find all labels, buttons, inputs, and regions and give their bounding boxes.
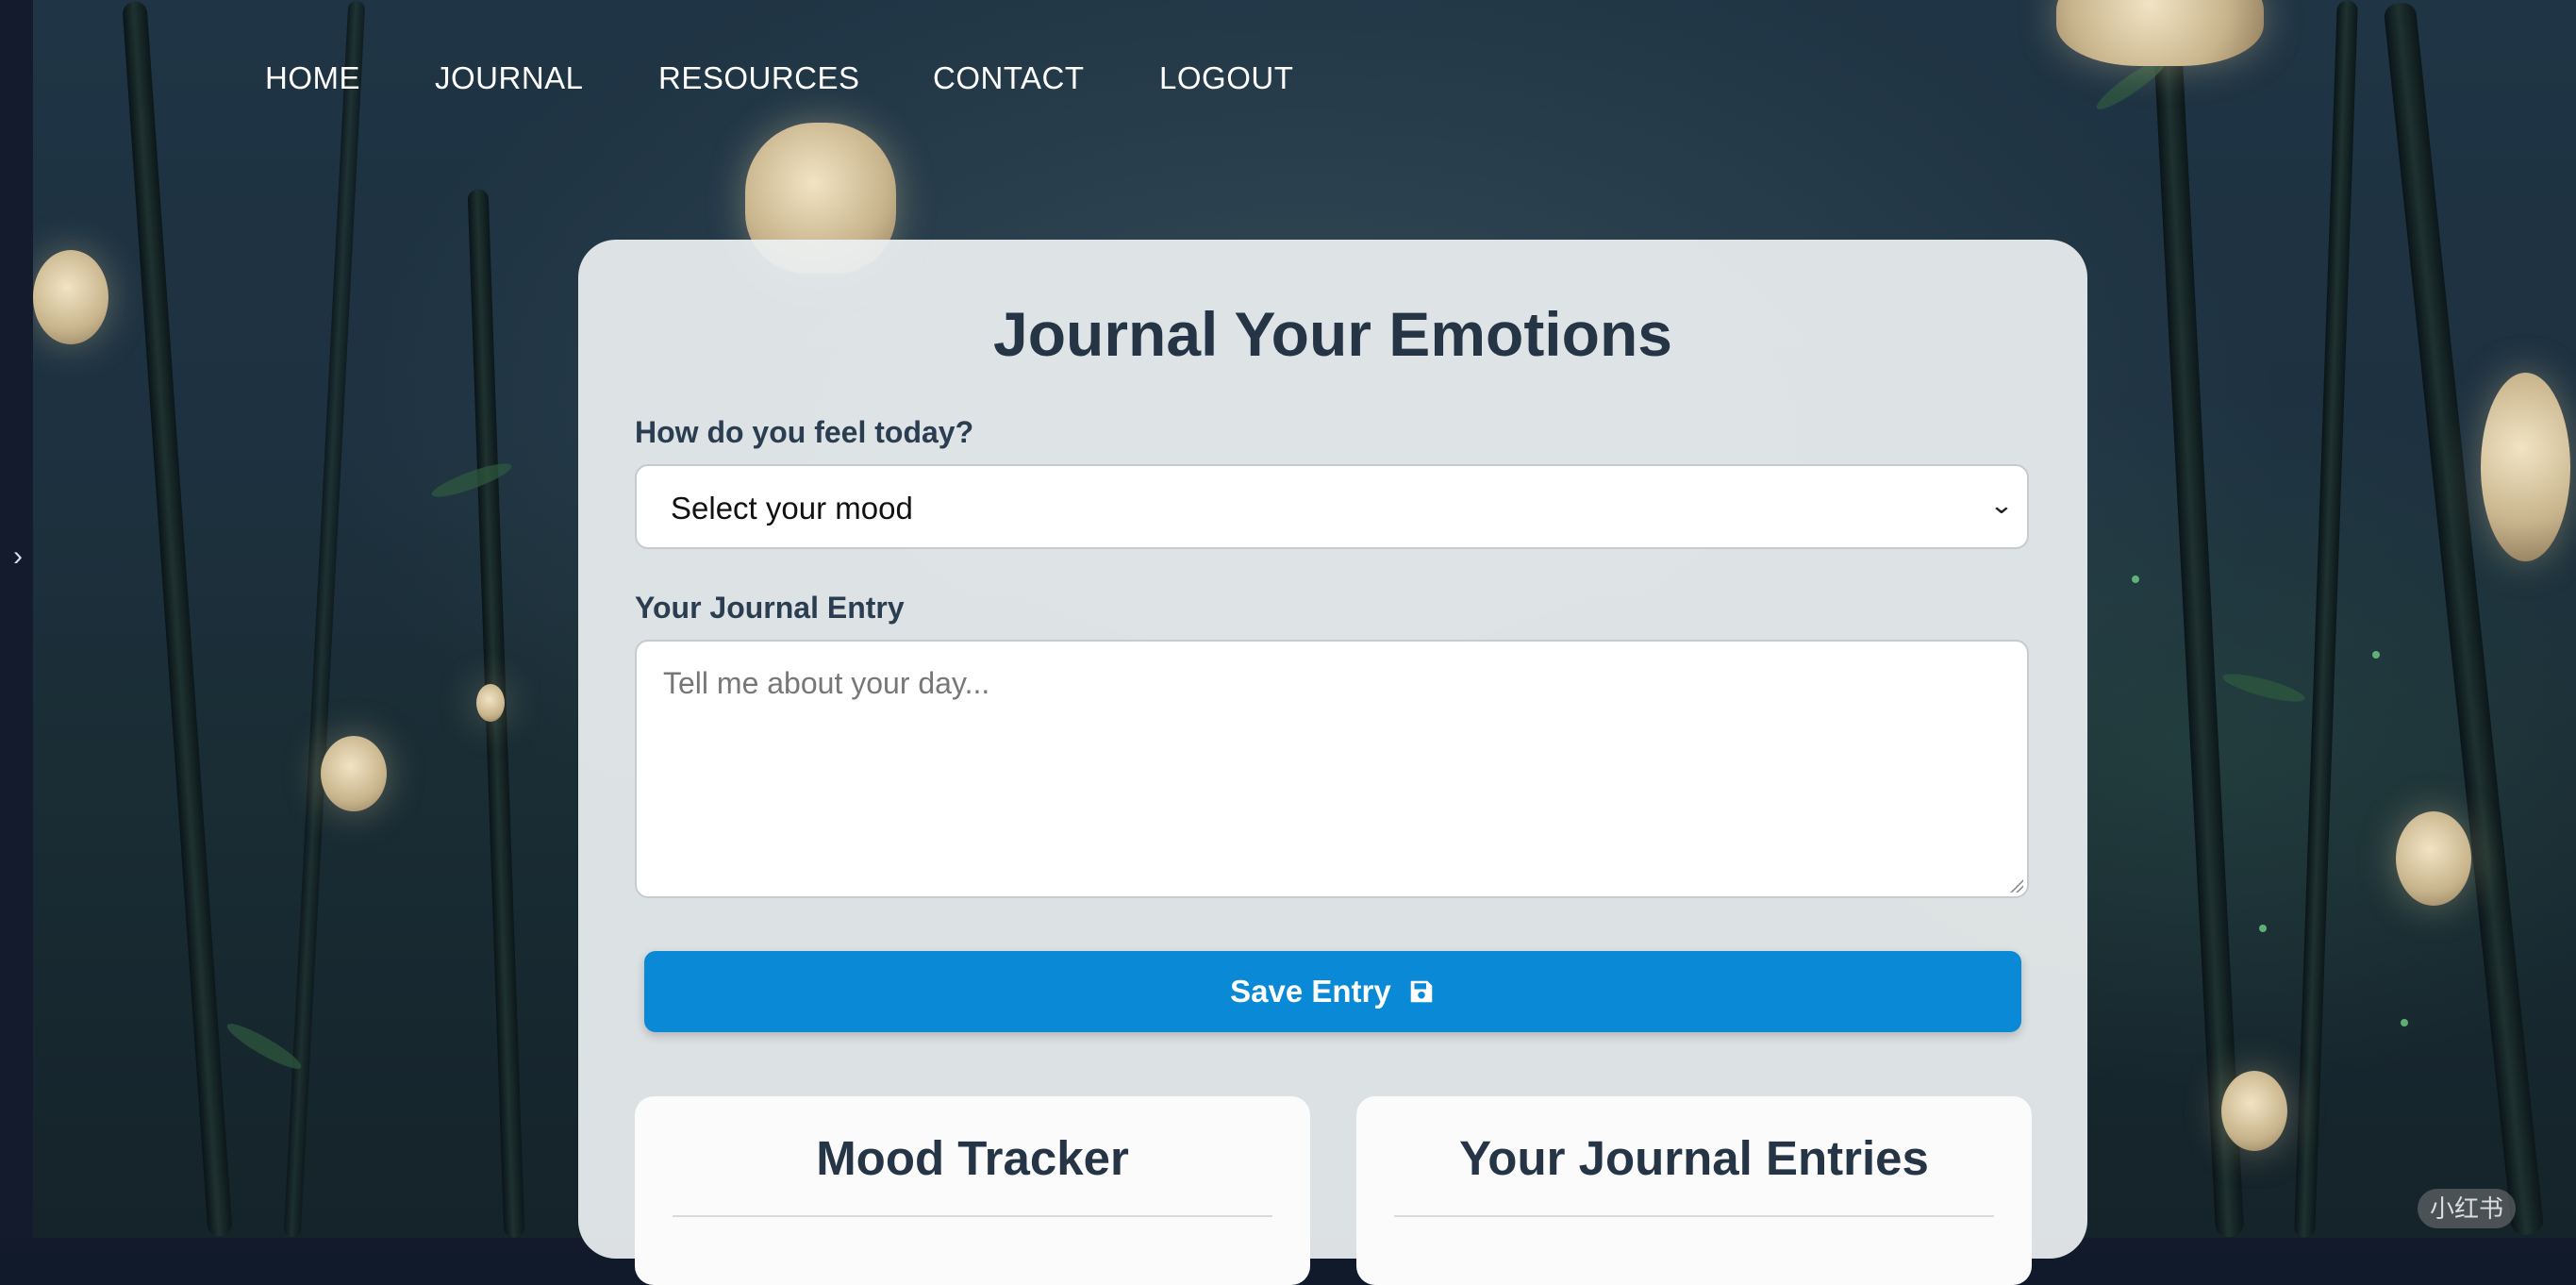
mood-tracker-title: Mood Tracker — [816, 1131, 1129, 1185]
nav-contact[interactable]: CONTACT — [933, 60, 1085, 96]
journal-entries-panel: Your Journal Entries — [1356, 1096, 2032, 1285]
nav-logout[interactable]: LOGOUT — [1159, 60, 1293, 96]
entry-label: Your Journal Entry — [635, 591, 905, 625]
journal-card: Journal Your Emotions How do you feel to… — [578, 240, 2087, 1285]
mood-select[interactable]: Select your mood ⌄ — [635, 464, 2029, 549]
nav-resources[interactable]: RESOURCES — [658, 60, 860, 96]
chevron-down-icon: ⌄ — [1989, 491, 2015, 519]
journal-entry-textarea[interactable]: Tell me about your day... — [635, 640, 2029, 898]
divider — [673, 1215, 1272, 1217]
save-entry-label: Save Entry — [1230, 974, 1391, 1009]
mood-label: How do you feel today? — [635, 415, 974, 449]
floppy-disk-icon — [1410, 980, 1433, 1003]
nav-journal[interactable]: JOURNAL — [435, 60, 584, 96]
resize-handle-icon[interactable] — [2010, 879, 2023, 893]
journal-entries-title: Your Journal Entries — [1459, 1131, 1929, 1185]
save-entry-button[interactable]: Save Entry — [644, 951, 2021, 1032]
left-edge-strip: › — [0, 0, 33, 1253]
mood-select-value: Select your mood — [671, 491, 913, 526]
page-title: Journal Your Emotions — [993, 299, 1672, 369]
nav-home[interactable]: HOME — [265, 60, 360, 96]
mood-tracker-panel: Mood Tracker — [635, 1096, 1310, 1285]
divider — [1394, 1215, 1994, 1217]
watermark-badge: 小红书 — [2418, 1189, 2516, 1228]
journal-entry-placeholder: Tell me about your day... — [663, 666, 990, 700]
